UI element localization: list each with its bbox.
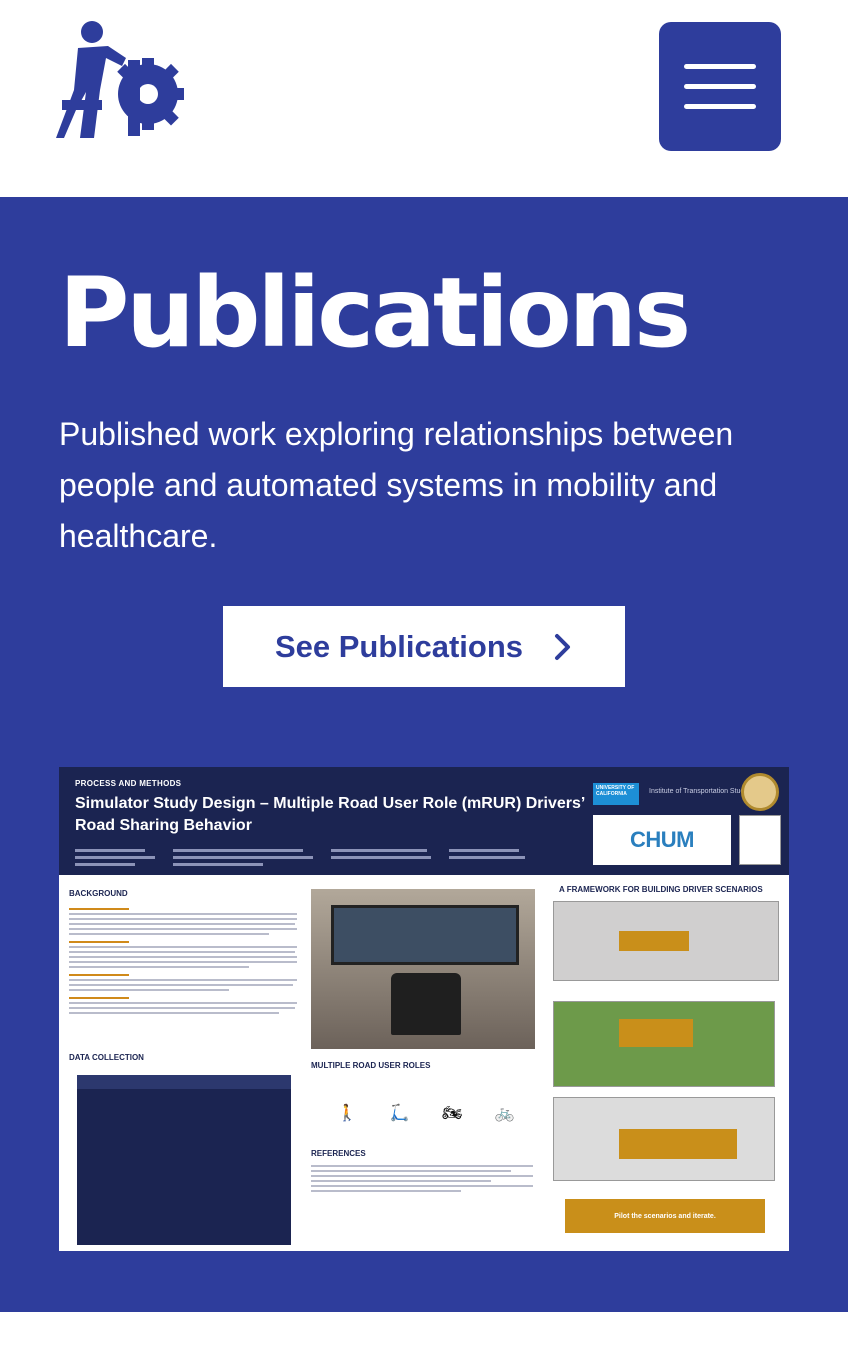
page-title: Publications <box>59 257 691 369</box>
implement-note <box>619 1129 737 1159</box>
poster-background-text <box>69 905 299 1014</box>
page-footer-area <box>0 1312 848 1360</box>
framework-note <box>619 931 689 951</box>
poster-data-table <box>77 1075 291 1245</box>
university-seal-icon <box>741 773 779 811</box>
ap-gear-logo-icon[interactable] <box>56 20 184 138</box>
motorcycle-icon: 🏍 <box>442 1105 463 1122</box>
poster-header: PROCESS AND METHODS Simulator Study Desi… <box>59 767 789 875</box>
research-poster-image[interactable]: PROCESS AND METHODS Simulator Study Desi… <box>59 767 789 1251</box>
site-header <box>0 0 848 197</box>
poster-credits <box>75 845 575 867</box>
hamburger-menu-icon-bar <box>684 84 756 89</box>
scooter-icon: 🛴 <box>389 1105 410 1122</box>
hamburger-menu-icon <box>684 64 756 69</box>
scenario-note <box>619 1019 693 1047</box>
its-logo: Institute of Transportation Studies <box>649 788 754 795</box>
poster-section-references: REFERENCES <box>311 1149 366 1158</box>
chum-logo: CHUM <box>593 815 731 865</box>
chevron-right-icon <box>555 633 571 660</box>
pedestrian-icon: 🚶 <box>337 1105 358 1122</box>
poster-section-data-collection: DATA COLLECTION <box>69 1053 144 1062</box>
simulator-screen <box>331 905 519 965</box>
poster-kicker: PROCESS AND METHODS <box>75 779 182 788</box>
poster-section-background: BACKGROUND <box>69 889 128 898</box>
road-user-icons: 🚶 🛴 🏍 🚲 <box>321 1103 531 1133</box>
poster-title: Simulator Study Design – Multiple Road U… <box>75 795 585 834</box>
see-publications-button[interactable]: See Publications <box>223 606 625 687</box>
simulator-seat <box>391 973 461 1035</box>
page-description: Published work exploring relationships b… <box>59 416 734 554</box>
bicycle-icon: 🚲 <box>494 1105 515 1122</box>
uc-logo: UNIVERSITY OF CALIFORNIA <box>593 783 639 805</box>
language-lab-logo-icon <box>739 815 781 865</box>
menu-button[interactable] <box>659 22 781 151</box>
see-publications-label: See Publications <box>274 628 524 664</box>
pilot-scenarios-box: Pilot the scenarios and iterate. <box>565 1199 765 1233</box>
publications-hero: Publications Published work exploring re… <box>0 197 848 1312</box>
poster-section-road-user-roles: MULTIPLE ROAD USER ROLES <box>311 1061 431 1070</box>
poster-section-framework: A FRAMEWORK FOR BUILDING DRIVER SCENARIO… <box>559 885 763 894</box>
hamburger-menu-icon-bar <box>684 104 756 109</box>
poster-references-text <box>311 1165 535 1192</box>
